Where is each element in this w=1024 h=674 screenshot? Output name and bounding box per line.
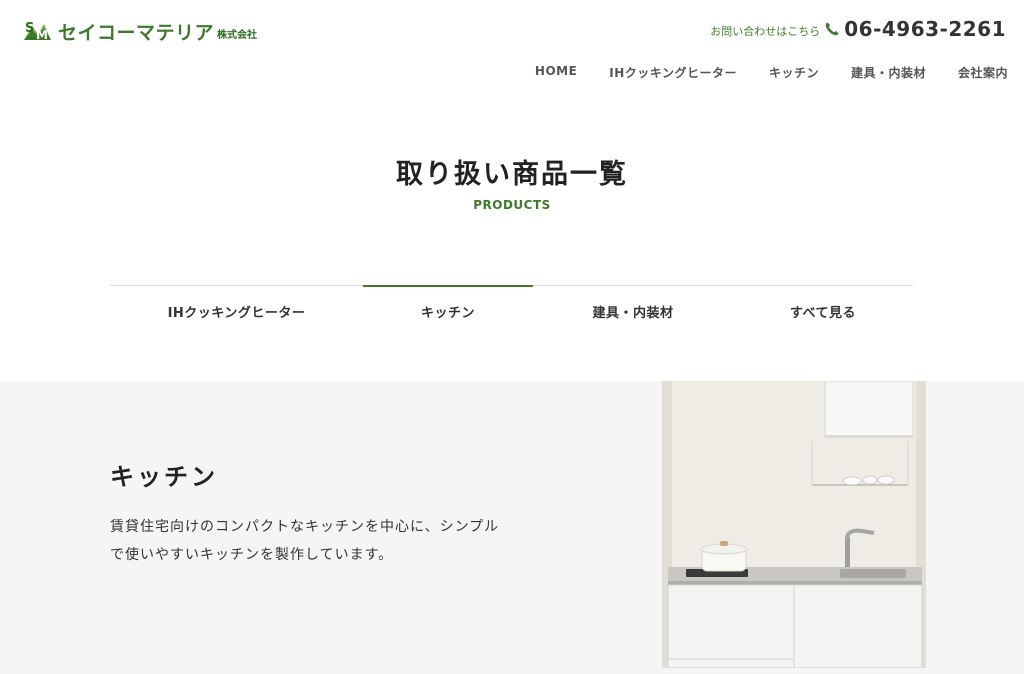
product-section-kitchen: キッチン 賃貸住宅向けのコンパクトなキッチンを中心に、シンプルで使いやすいキッチ… [0, 381, 1024, 674]
tab-fittings-interior[interactable]: 建具・内装材 [533, 286, 733, 336]
nav-item-home[interactable]: HOME [535, 64, 577, 81]
nav-item-kitchen[interactable]: キッチン [769, 64, 819, 81]
sm-logo-icon: S M [22, 18, 52, 44]
global-nav: HOME IHクッキングヒーター キッチン 建具・内装材 会社案内 [535, 64, 1008, 81]
company-suffix: 株式会社 [217, 30, 258, 41]
company-name: セイコーマテリア [58, 21, 215, 44]
tab-ih-cooking-heater[interactable]: IHクッキングヒーター [110, 286, 363, 336]
contact-info: お問い合わせはこちら 06-4963-2261 [710, 16, 1006, 42]
nav-item-ih-cooking-heater[interactable]: IHクッキングヒーター [609, 64, 737, 81]
product-description: 賃貸住宅向けのコンパクトなキッチンを中心に、シンプルで使いやすいキッチンを製作し… [110, 519, 500, 563]
svg-text:M: M [36, 28, 48, 42]
site-header: S M セイコーマテリア 株式会社 お問い合わせはこちら 06-4963-226… [0, 0, 1024, 100]
site-logo[interactable]: S M セイコーマテリア 株式会社 [22, 17, 257, 45]
page-subtitle: PRODUCTS [473, 198, 551, 212]
product-heading: キッチン [110, 463, 218, 491]
kitchen-photo [662, 381, 926, 668]
contact-label: お問い合わせはこちら [710, 24, 821, 38]
page-title: 取り扱い商品一覧 [396, 159, 628, 190]
category-tabs: IHクッキングヒーター キッチン 建具・内装材 すべて見る [110, 285, 913, 335]
nav-item-company[interactable]: 会社案内 [958, 64, 1008, 81]
svg-text:S: S [25, 21, 34, 36]
phone-icon [824, 21, 840, 37]
nav-item-fittings-interior[interactable]: 建具・内装材 [851, 64, 926, 81]
tab-kitchen[interactable]: キッチン [363, 285, 533, 336]
tab-view-all[interactable]: すべて見る [733, 286, 913, 336]
phone-number-link[interactable]: 06-4963-2261 [844, 17, 1006, 41]
